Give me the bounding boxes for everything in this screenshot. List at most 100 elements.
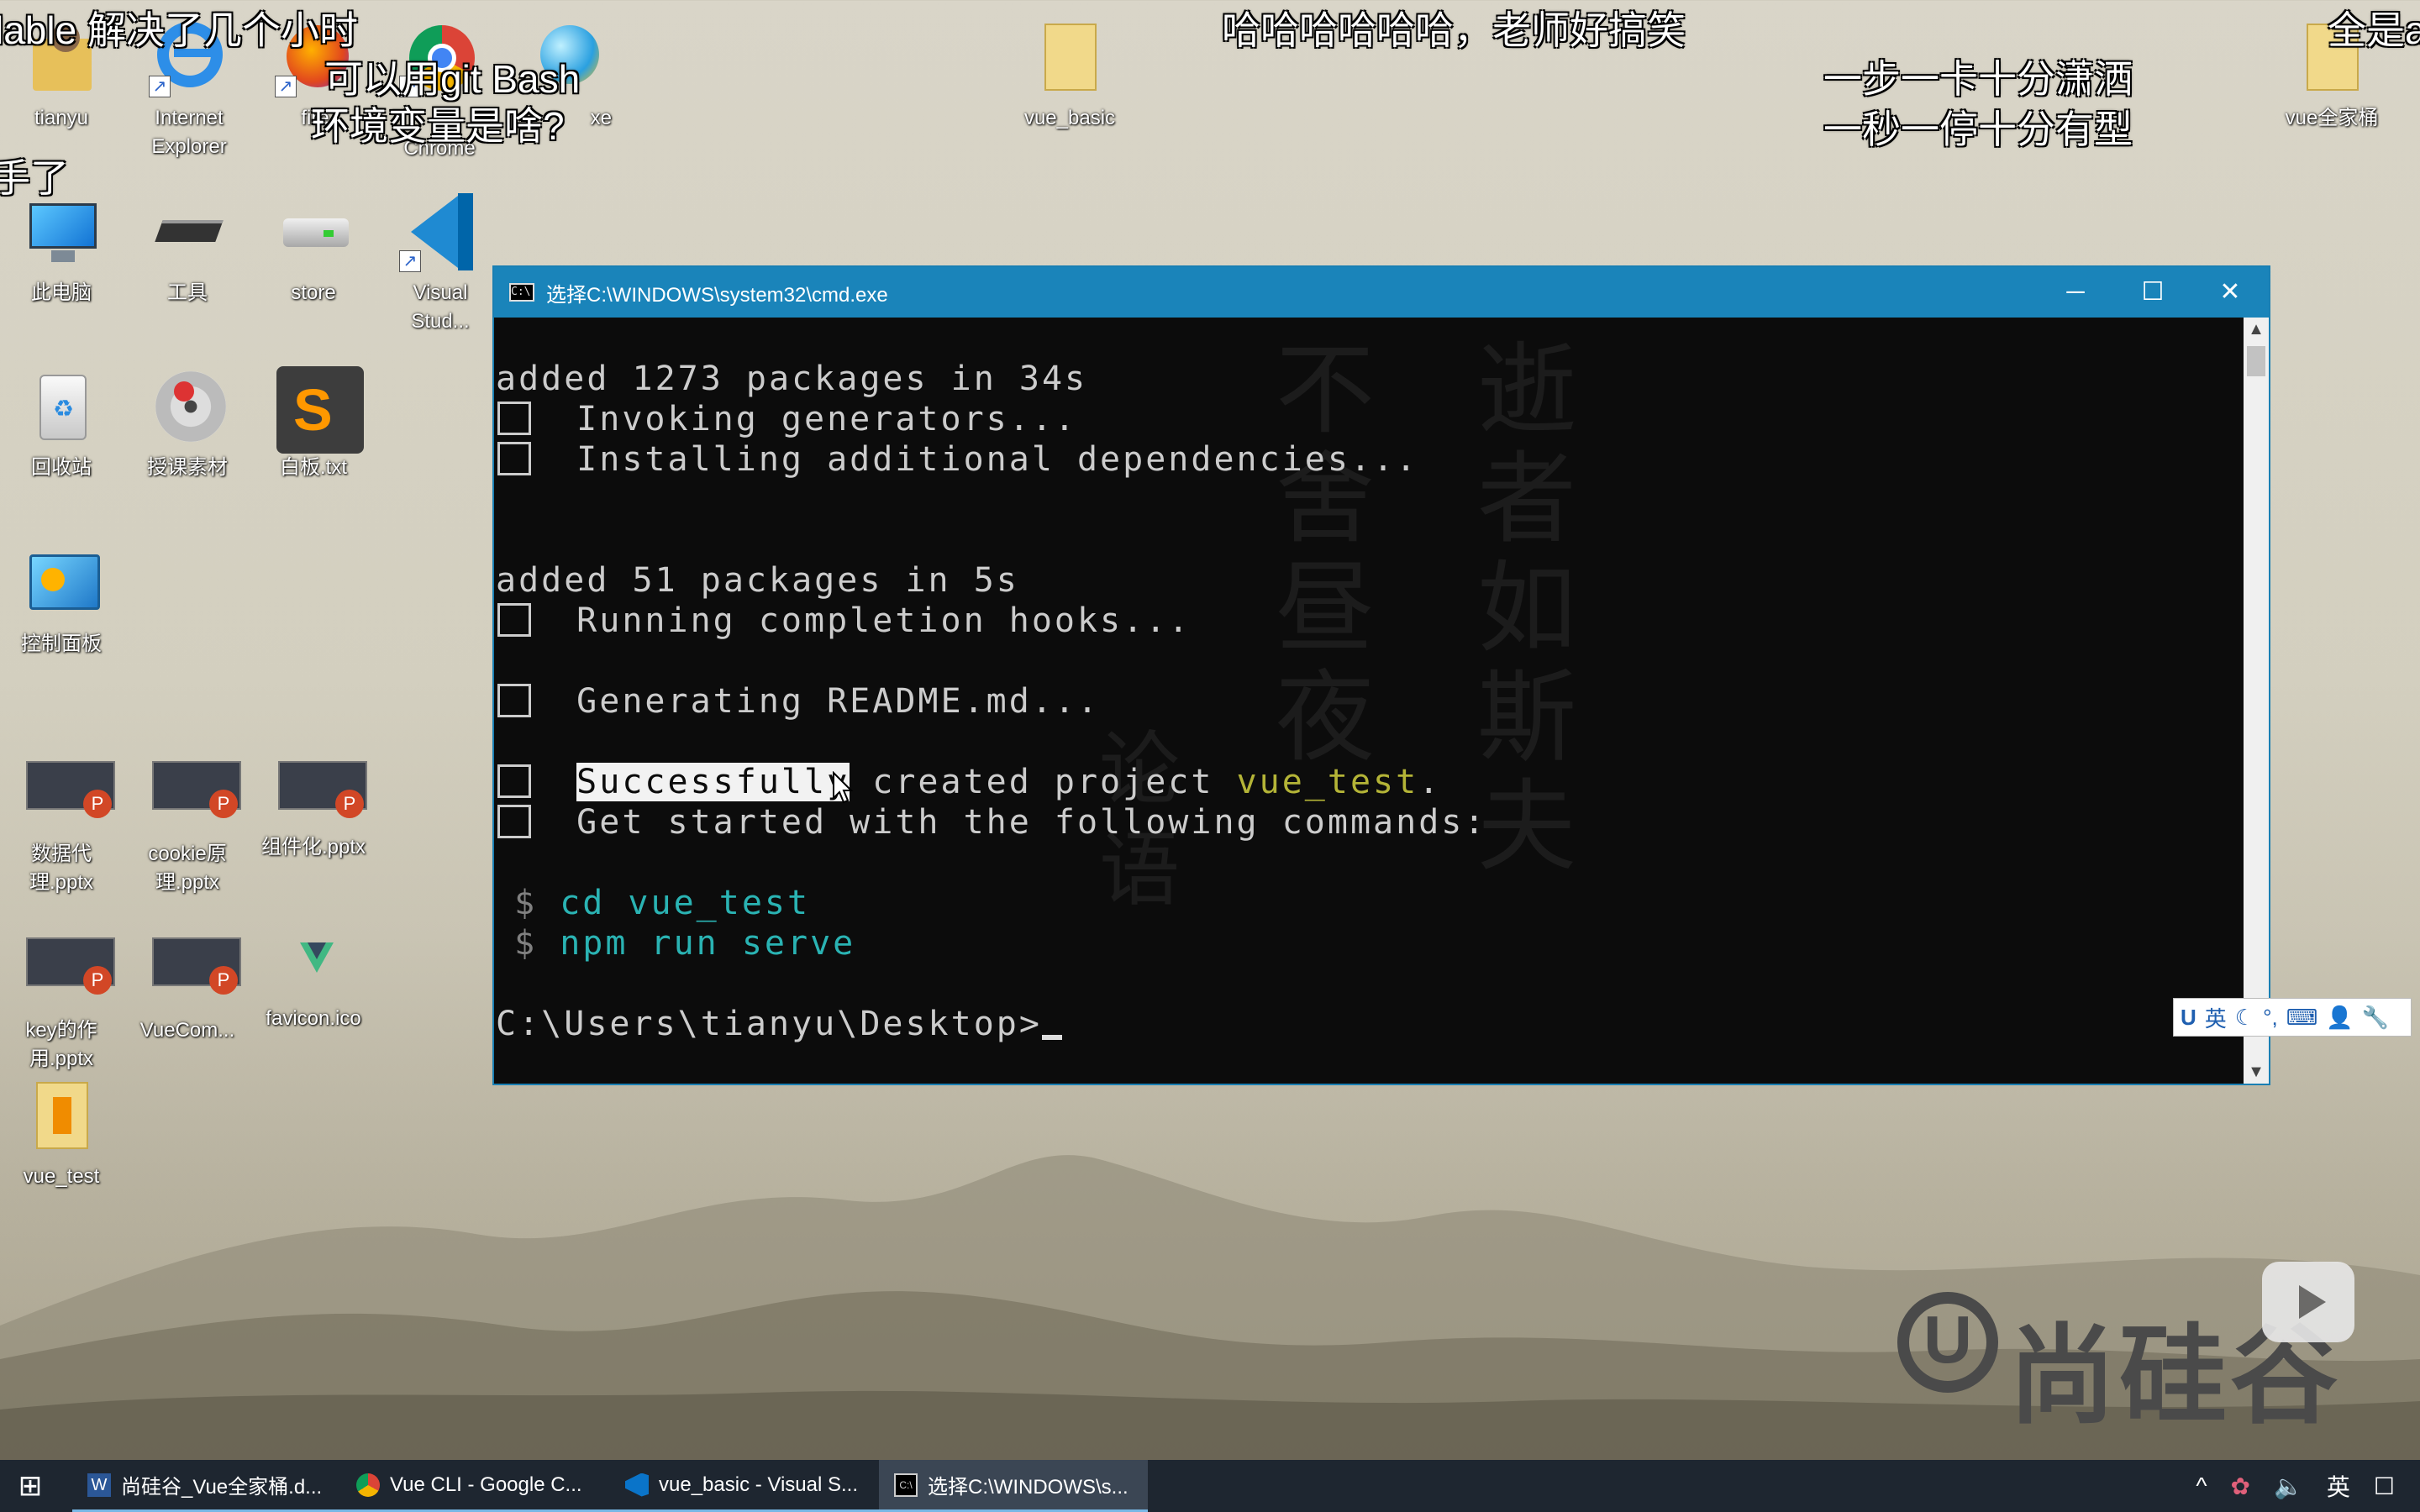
scrollbar[interactable]: ▲ ▼ [2244,318,2269,1084]
desktop-icon-cookie[interactable]: P cookie原理.pptx [124,753,250,897]
taskbar-item-label: 选择C:\WINDOWS\s... [928,1476,1128,1499]
desktop-icon-vscode[interactable]: ↗ Visual Stud... [376,192,502,336]
console-text: Running completion hooks... [576,601,1192,640]
ime-language-indicator[interactable]: 英 [2327,1469,2350,1503]
calligraphy-char: 夫 [1477,769,1577,885]
console-text: created project [850,763,1237,801]
user-icon[interactable]: 👤 [2326,1005,2353,1031]
checkbox-glyph [497,684,531,717]
console-text: added 51 packages in 5s [496,561,1019,600]
desktop-icon-recycle-bin[interactable]: ♻ 回收站 [0,366,124,482]
checkbox-glyph [497,603,531,637]
desktop-icon-store[interactable]: store [250,192,376,307]
cmd-title-bar[interactable]: C:\ 选择C:\WINDOWS\system32\cmd.exe ─ ☐ ✕ [494,267,2269,318]
app-tray-icon[interactable]: ✿ [2231,1473,2250,1500]
chevron-up-icon[interactable]: ^ [2196,1473,2207,1499]
console-line: $ cd vue_test [514,884,810,922]
prompt-dollar: $ [514,924,538,963]
console-line: Installing additional dependencies... [496,440,1418,479]
minimize-button[interactable]: ─ [2037,267,2114,318]
desktop-icon-key-usage[interactable]: P key的作用.pptx [0,929,124,1074]
taskbar-item-label: vue_basic - Visual S... [659,1473,859,1496]
close-button[interactable]: ✕ [2191,267,2269,318]
project-name: vue_test [1236,763,1419,801]
vue-logo-icon [273,929,354,1010]
desktop-icon-tools[interactable]: 工具 [124,192,250,307]
keyboard-icon[interactable]: ⌨ [2286,1005,2318,1031]
console-prompt-line[interactable]: C:\Users\tianyu\Desktop> [496,1005,1062,1043]
danmaku-comment: 全是ap [2328,8,2420,52]
cmd-title: 选择C:\WINDOWS\system32\cmd.exe [546,283,888,307]
console-line: $ npm run serve [514,924,855,963]
checkbox-glyph [497,764,531,798]
scroll-up-arrow-icon[interactable]: ▲ [2244,318,2269,341]
desktop-icon-favicon[interactable]: favicon.ico [250,929,376,1033]
cmd-window[interactable]: C:\ 选择C:\WINDOWS\system32\cmd.exe ─ ☐ ✕ … [492,265,2270,1085]
console-text: Installing additional dependencies... [576,440,1419,479]
maximize-button[interactable]: ☐ [2114,267,2191,318]
icon-label: key的作用.pptx [25,1019,97,1070]
console-line: Successfully created project vue_test. [496,763,1441,801]
command-text: cd vue_test [560,884,811,922]
pptx-icon: P [147,929,241,1010]
shortcut-arrow-icon: ↗ [275,76,297,97]
desktop-icon-vue-basic[interactable]: vue_basic [1007,17,1133,133]
console-output[interactable]: 逝 者 如 斯 夫 不 舍 昼 夜 论 语 added 1273 package… [494,318,2247,1084]
system-tray: ^ ✿ 🔈 英 ☐ [2196,1469,2420,1503]
checkbox-glyph [497,402,531,435]
icon-label: VueCom... [139,1019,235,1042]
ime-toolbar[interactable]: U 英 ☾ °, ⌨ 👤 🔧 [2173,998,2412,1037]
console-text: Invoking generators... [576,400,1077,438]
danmaku-comment: 环境变量是啥? [311,104,565,148]
wrench-icon[interactable]: 🔧 [2362,1005,2389,1031]
recycle-bin-icon: ♻ [21,366,102,447]
desktop-icon-vuecom[interactable]: P VueCom... [124,929,250,1045]
console-line: Generating README.md... [496,682,1100,721]
taskbar-item-chrome[interactable]: Vue CLI - Google C... [341,1460,610,1512]
volume-icon[interactable]: 🔈 [2274,1473,2303,1500]
icon-label: 授课素材 [147,456,228,479]
vscode-icon: ↗ [399,192,480,272]
ime-logo-icon[interactable]: U [2181,1005,2196,1031]
desktop-icon-componentization[interactable]: P 组件化.pptx [250,753,376,862]
pptx-icon: P [21,929,115,1010]
video-play-badge[interactable] [2262,1262,2354,1342]
start-button[interactable]: ⊞ [0,1460,60,1512]
desktop-icon-vue-test[interactable]: vue_test [0,1075,124,1191]
notification-center-icon[interactable]: ☐ [2374,1473,2395,1500]
console-line: Running completion hooks... [496,601,1191,640]
desktop-icon-course-material[interactable]: 授课素材 [124,366,250,482]
icon-label: 工具 [167,281,208,304]
taskbar-item-vscode[interactable]: vue_basic - Visual S... [610,1460,879,1512]
taskbar-item-label: Vue CLI - Google C... [390,1473,582,1496]
shell-prompt: C:\Users\tianyu\Desktop> [496,1005,1042,1043]
console-line: added 1273 packages in 34s [496,360,1087,398]
console-line: Invoking generators... [496,400,1077,438]
desktop-icon-control-panel[interactable]: 控制面板 [0,543,124,659]
danmaku-comment: 一步一卡十分潇洒 [1823,57,2133,101]
mouse-cursor-icon [833,771,854,804]
taskbar-item-label: 尚硅谷_Vue全家桶.d... [121,1476,323,1499]
danmaku-comment: 一秒一停十分有型 [1823,108,2133,151]
scrollbar-thumb[interactable] [2247,346,2265,376]
ime-language-toggle[interactable]: 英 [2205,1002,2227,1033]
taskbar-item-cmd[interactable]: C:\ 选择C:\WINDOWS\s... [879,1460,1148,1512]
icon-label: 回收站 [31,456,92,479]
desktop-icon-data-proxy[interactable]: P 数据代理.pptx [0,753,124,897]
selected-text[interactable]: Successfully [576,763,850,801]
icon-label: tianyu [34,107,89,129]
moon-icon[interactable]: ☾ [2235,1005,2254,1031]
shortcut-arrow-icon: ↗ [149,76,171,97]
pptx-icon: P [21,753,115,833]
desktop-icon-whiteboard[interactable]: S 白板.txt [250,366,376,482]
console-text: added 1273 packages in 34s [496,360,1088,398]
icon-label: cookie原理.pptx [148,843,227,894]
icon-label: vue全家桶 [2285,107,2379,129]
scroll-down-arrow-icon[interactable]: ▼ [2244,1060,2269,1084]
icon-label: 数据代理.pptx [29,843,94,894]
pptx-icon: P [147,753,241,833]
icon-label: 白板.txt [279,456,347,479]
taskbar-item-word[interactable]: W 尚硅谷_Vue全家桶.d... [72,1460,341,1512]
desktop-icon-this-pc[interactable]: 此电脑 [0,192,124,307]
punctuation-icon[interactable]: °, [2263,1005,2278,1031]
